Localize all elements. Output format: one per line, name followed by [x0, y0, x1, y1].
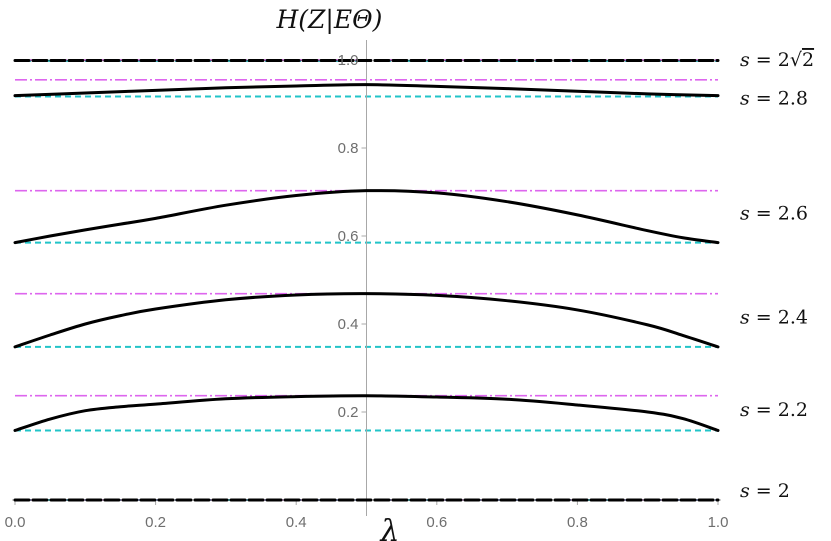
y-tick-label: 0.8 — [338, 140, 359, 157]
x-tick-label: 1.0 — [708, 514, 729, 531]
series-label: s = 2 — [740, 480, 790, 502]
y-tick-label: 0.2 — [338, 404, 359, 421]
series-label: s = 2.4 — [740, 306, 808, 328]
series-label: s = 2.8 — [740, 88, 808, 110]
series-label: s = 2√2 — [740, 49, 814, 71]
chart: 0.0 0.2 0.4 0.6 0.8 1.00.20.40.60.81.0 s = 2s… — [5, 5, 814, 541]
axes — [12, 40, 721, 516]
series-label: s = 2.2 — [740, 399, 808, 421]
x-tick-label: 0.2 — [145, 514, 166, 531]
x-tick-label: 0.6 — [426, 514, 447, 531]
x-axis-label: λ — [380, 514, 400, 541]
y-tick-label: 0.4 — [338, 316, 359, 333]
y-tick-label: 1.0 — [338, 52, 359, 69]
series-labels: s = 2 s = 2.2 s = 2.4 s = 2.6 s = 2.8 s = 2√2 — [740, 49, 814, 502]
series-label: s = 2.6 — [740, 203, 808, 225]
x-tick-label: 0.0 — [5, 514, 26, 531]
x-tick-label: 0.4 — [286, 514, 307, 531]
y-tick-label: 0.6 — [338, 228, 359, 245]
y-axis-label: H(Z|EΘ) — [276, 5, 383, 35]
x-tick-label: 0.8 — [567, 514, 588, 531]
